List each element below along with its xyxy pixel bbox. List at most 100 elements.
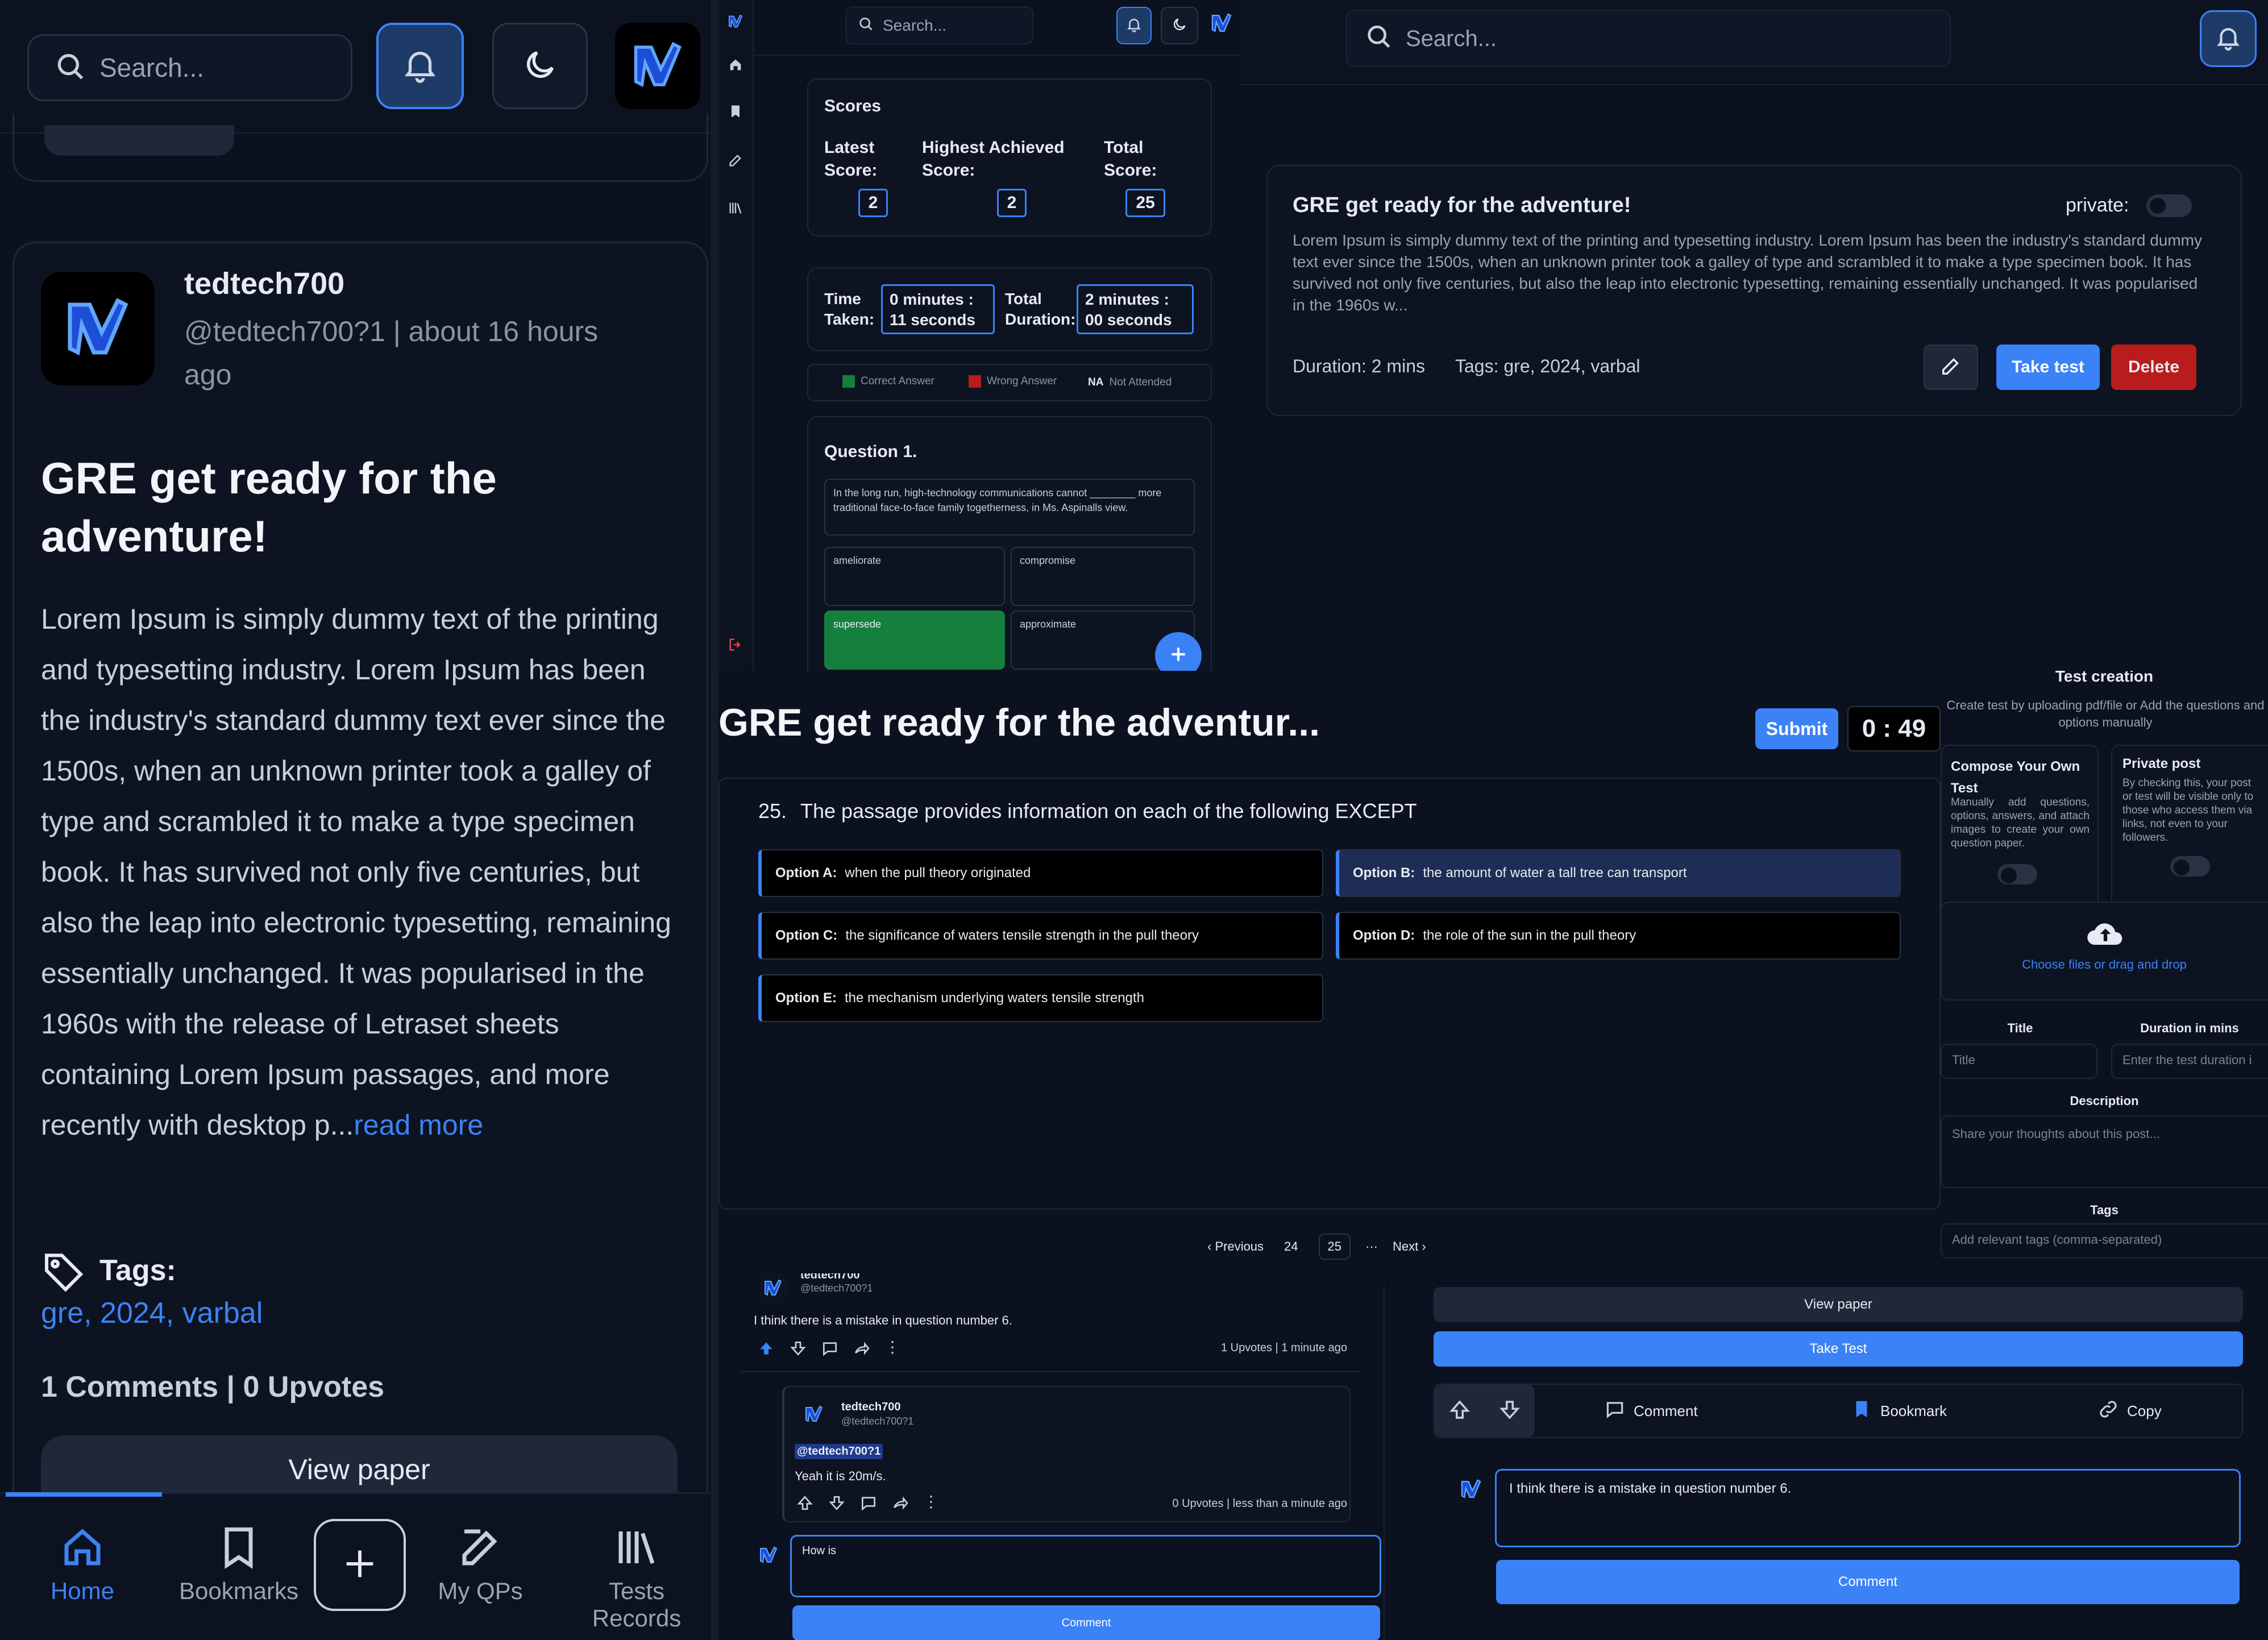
comment-submit-button[interactable]: Comment <box>792 1605 1380 1640</box>
option-d-text: the role of the sun in the pull theory <box>1423 928 1636 943</box>
plus-icon <box>340 1544 380 1587</box>
search-icon <box>1363 22 1394 56</box>
take-test-button[interactable]: Take Test <box>1434 1331 2243 1367</box>
upvote-icon[interactable] <box>1448 1398 1472 1425</box>
option-d[interactable]: Option D: the role of the sun in the pull… <box>1336 912 1901 960</box>
compose-title: Compose Your Own Test <box>1951 759 2080 796</box>
downvote-icon[interactable] <box>789 1339 807 1360</box>
downvote-icon[interactable] <box>1498 1398 1522 1425</box>
search-input[interactable]: Search... <box>27 34 352 101</box>
read-more-link[interactable]: read more <box>354 1109 483 1141</box>
pagination-ellipsis: ··· <box>1365 1239 1378 1253</box>
description-input[interactable]: Share your thoughts about this post... <box>1941 1115 2268 1188</box>
scores-title: Scores <box>824 97 882 115</box>
detail-search-input[interactable]: Search... <box>1346 10 1951 67</box>
option-e[interactable]: Option E: the mechanism underlying waters… <box>758 974 1323 1022</box>
test-description: Lorem Ipsum is simply dummy text of the … <box>1293 231 2203 314</box>
private-label: private: <box>2066 194 2129 216</box>
nav-bookmarks[interactable]: Bookmarks <box>173 1523 304 1605</box>
title-input[interactable]: Title <box>1941 1044 2097 1079</box>
upvote-icon[interactable] <box>757 1339 775 1360</box>
scores-logo[interactable] <box>1208 10 1235 39</box>
theme-toggle-button[interactable] <box>492 23 588 109</box>
option-b[interactable]: Option B: the amount of water a tall tree… <box>1336 849 1901 897</box>
reply-avatar <box>799 1400 829 1429</box>
detail-bell-button[interactable] <box>2200 10 2257 67</box>
scores-search-input[interactable]: Search... <box>846 7 1033 44</box>
nav-create-button[interactable] <box>314 1519 406 1611</box>
time-taken-value: 0 minutes : 11 seconds <box>881 284 995 334</box>
upload-label[interactable]: Choose files or drag and drop <box>1941 957 2268 972</box>
post-username[interactable]: tedtech700 <box>184 266 344 301</box>
next-page-button[interactable]: Next › <box>1393 1239 1426 1254</box>
notification-button[interactable] <box>376 23 464 109</box>
reply-username[interactable]: tedtech700 <box>841 1401 901 1414</box>
time-taken-label: Time Taken: <box>824 290 875 328</box>
comment-username[interactable]: tedtech700 <box>800 1273 860 1282</box>
sidebar-home-icon[interactable] <box>728 57 743 76</box>
reply-icon[interactable] <box>859 1494 878 1515</box>
tags-input[interactable]: Add relevant tags (comma-separated) <box>1941 1223 2268 1259</box>
avatar[interactable] <box>41 272 155 385</box>
take-test-button[interactable]: Take test <box>1996 344 2100 390</box>
reply-icon[interactable] <box>821 1339 839 1360</box>
option-c-label: Option C: <box>775 928 838 943</box>
comment-submit-button[interactable]: Comment <box>1496 1560 2240 1604</box>
sidebar-logout-icon[interactable] <box>728 637 743 655</box>
share-icon[interactable] <box>891 1494 909 1515</box>
creation-title: Test creation <box>2055 671 2154 685</box>
share-icon[interactable] <box>853 1339 871 1360</box>
home-icon <box>59 1523 106 1574</box>
reply-mention[interactable]: @tedtech700?1 <box>795 1444 883 1459</box>
sidebar-edit-icon[interactable] <box>728 152 743 171</box>
private-toggle[interactable] <box>2146 194 2192 217</box>
nav-my-qps[interactable]: My QPs <box>432 1523 529 1605</box>
downvote-icon[interactable] <box>828 1494 846 1515</box>
nav-tests-records[interactable]: Tests Records <box>563 1523 711 1632</box>
test-duration: Duration: 2 mins <box>1293 356 1425 376</box>
page-25[interactable]: 25 <box>1318 1234 1351 1260</box>
option-c[interactable]: Option C: the significance of waters tens… <box>758 912 1323 960</box>
tags-list[interactable]: gre, 2024, varbal <box>41 1296 263 1330</box>
comment-action[interactable]: Comment <box>1604 1398 1698 1424</box>
duration-input[interactable]: Enter the test duration i <box>2111 1044 2268 1079</box>
answer-option-1[interactable]: ameliorate <box>824 547 1005 606</box>
legend-na-label: Not Attended <box>1109 376 1172 388</box>
comment-input[interactable]: I think there is a mistake in question n… <box>1495 1469 2241 1547</box>
compose-toggle[interactable] <box>1997 864 2037 885</box>
comment-input[interactable]: How is <box>790 1535 1381 1597</box>
post-stats: 1 Comments | 0 Upvotes <box>41 1371 385 1404</box>
answer-option-3[interactable]: supersede <box>824 611 1005 670</box>
chevron-right-icon: › <box>1422 1239 1426 1253</box>
upload-cloud-icon <box>2084 915 2127 956</box>
sidebar-bookmark-icon[interactable] <box>728 103 743 122</box>
page-24[interactable]: 24 <box>1278 1235 1303 1259</box>
post-body-text: Lorem Ipsum is simply dummy text of the … <box>41 603 671 1141</box>
countdown-timer: 0 : 49 <box>1847 706 1941 752</box>
test-heading: GRE get ready for the adventur... <box>718 701 1320 744</box>
tag-icon <box>41 1248 86 1296</box>
app-logo[interactable] <box>615 23 700 109</box>
bookmark-action[interactable]: Bookmark <box>1851 1398 1947 1424</box>
more-icon[interactable]: ⋮ <box>923 1494 939 1515</box>
total-score-label: Total Score: <box>1104 138 1157 180</box>
option-a[interactable]: Option A: when the pull theory originated <box>758 849 1323 897</box>
copy-action[interactable]: Copy <box>2097 1398 2162 1424</box>
private-post-toggle[interactable] <box>2170 856 2210 877</box>
scores-theme-button[interactable] <box>1161 7 1198 44</box>
delete-button[interactable]: Delete <box>2111 344 2196 390</box>
sidebar-logo[interactable] <box>726 13 745 34</box>
nav-home[interactable]: Home <box>23 1523 142 1605</box>
reply-actions: ⋮ <box>796 1494 939 1515</box>
scores-bell-button[interactable] <box>1116 7 1152 44</box>
answer-option-2[interactable]: compromise <box>1011 547 1195 606</box>
option-e-label: Option E: <box>775 990 837 1006</box>
sidebar-library-icon[interactable] <box>728 200 743 219</box>
upvote-icon[interactable] <box>796 1494 814 1515</box>
library-icon <box>613 1523 661 1574</box>
submit-button[interactable]: Submit <box>1755 708 1838 749</box>
edit-test-button[interactable] <box>1924 344 1978 390</box>
view-paper-button[interactable]: View paper <box>1434 1287 2243 1322</box>
more-icon[interactable]: ⋮ <box>884 1339 900 1360</box>
previous-page-button[interactable]: ‹ Previous <box>1207 1239 1264 1254</box>
